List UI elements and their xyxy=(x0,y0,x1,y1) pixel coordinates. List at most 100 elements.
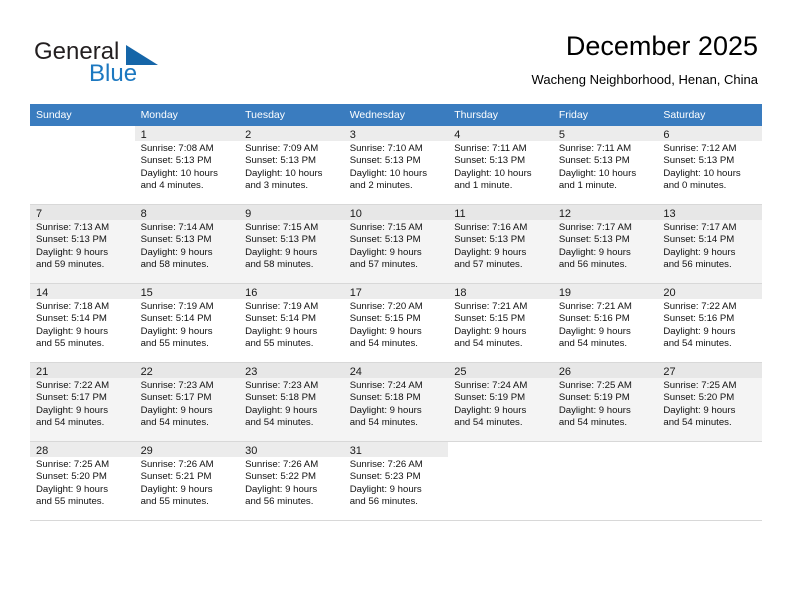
day-details: Sunrise: 7:18 AM Sunset: 5:14 PM Dayligh… xyxy=(30,299,135,351)
sunset-text: Sunset: 5:13 PM xyxy=(36,234,107,246)
page-subtitle: Wacheng Neighborhood, Henan, China xyxy=(531,72,758,87)
daylight-text-line1: Daylight: 9 hours xyxy=(36,404,108,416)
day-number: 6 xyxy=(657,126,762,141)
day-cell[interactable]: 20 Sunrise: 7:22 AM Sunset: 5:16 PM Dayl… xyxy=(657,284,762,363)
sunset-text: Sunset: 5:13 PM xyxy=(663,155,735,167)
day-number: 25 xyxy=(448,363,553,378)
sunset-text: Sunset: 5:13 PM xyxy=(245,234,317,246)
day-cell-inner: 30 Sunrise: 7:26 AM Sunset: 5:22 PM Dayl… xyxy=(239,442,344,521)
day-cell[interactable]: 17 Sunrise: 7:20 AM Sunset: 5:15 PM Dayl… xyxy=(343,284,449,363)
sunset-text: Sunset: 5:13 PM xyxy=(349,155,421,167)
day-cell[interactable]: 23 Sunrise: 7:23 AM Sunset: 5:18 PM Dayl… xyxy=(239,363,344,442)
weekday-header-thursday: Thursday xyxy=(448,104,553,126)
day-details: Sunrise: 7:08 AM Sunset: 5:13 PM Dayligh… xyxy=(135,141,240,193)
sunrise-text: Sunrise: 7:19 AM xyxy=(140,301,214,312)
daylight-text-line1: Daylight: 9 hours xyxy=(245,246,318,258)
day-cell[interactable]: 29 Sunrise: 7:26 AM Sunset: 5:21 PM Dayl… xyxy=(134,442,240,521)
day-number: 23 xyxy=(239,363,344,378)
daylight-text-line1: Daylight: 10 hours xyxy=(454,167,532,179)
calendar-week-row: 7 Sunrise: 7:13 AM Sunset: 5:13 PM Dayli… xyxy=(30,205,762,284)
day-cell[interactable]: 25 Sunrise: 7:24 AM Sunset: 5:19 PM Dayl… xyxy=(448,363,553,442)
day-details: Sunrise: 7:22 AM Sunset: 5:16 PM Dayligh… xyxy=(657,299,762,351)
sunset-text: Sunset: 5:14 PM xyxy=(140,313,212,325)
day-cell[interactable]: 8 Sunrise: 7:14 AM Sunset: 5:13 PM Dayli… xyxy=(134,205,240,284)
day-cell[interactable]: 22 Sunrise: 7:23 AM Sunset: 5:17 PM Dayl… xyxy=(134,363,240,442)
day-cell-inner: 31 Sunrise: 7:26 AM Sunset: 5:23 PM Dayl… xyxy=(343,442,449,521)
sunset-text: Sunset: 5:18 PM xyxy=(349,392,421,404)
day-cell[interactable]: 15 Sunrise: 7:19 AM Sunset: 5:14 PM Dayl… xyxy=(134,284,240,363)
day-cell-inner: 18 Sunrise: 7:21 AM Sunset: 5:15 PM Dayl… xyxy=(448,284,553,363)
day-number: 8 xyxy=(134,205,240,220)
daylight-text-line1: Daylight: 9 hours xyxy=(349,246,422,258)
day-number: 9 xyxy=(239,205,344,220)
day-number: 16 xyxy=(239,284,344,299)
day-cell[interactable]: 7 Sunrise: 7:13 AM Sunset: 5:13 PM Dayli… xyxy=(30,205,135,284)
sunset-text: Sunset: 5:14 PM xyxy=(36,313,107,325)
sunrise-text: Sunrise: 7:26 AM xyxy=(140,459,214,470)
sunrise-text: Sunrise: 7:25 AM xyxy=(36,459,110,470)
day-cell-inner: 10 Sunrise: 7:15 AM Sunset: 5:13 PM Dayl… xyxy=(343,205,449,284)
day-cell[interactable]: 9 Sunrise: 7:15 AM Sunset: 5:13 PM Dayli… xyxy=(239,205,344,284)
day-cell[interactable]: 3 Sunrise: 7:10 AM Sunset: 5:13 PM Dayli… xyxy=(343,126,449,205)
sunrise-text: Sunrise: 7:17 AM xyxy=(663,222,737,233)
sunset-text: Sunset: 5:17 PM xyxy=(36,392,107,404)
day-cell-inner: 21 Sunrise: 7:22 AM Sunset: 5:17 PM Dayl… xyxy=(30,363,135,442)
day-cell[interactable]: 31 Sunrise: 7:26 AM Sunset: 5:23 PM Dayl… xyxy=(343,442,449,521)
day-cell-inner: 25 Sunrise: 7:24 AM Sunset: 5:19 PM Dayl… xyxy=(448,363,553,442)
day-cell-inner: 15 Sunrise: 7:19 AM Sunset: 5:14 PM Dayl… xyxy=(134,284,240,363)
day-cell[interactable]: 10 Sunrise: 7:15 AM Sunset: 5:13 PM Dayl… xyxy=(343,205,449,284)
day-cell-inner: 20 Sunrise: 7:22 AM Sunset: 5:16 PM Dayl… xyxy=(657,284,762,363)
day-cell-inner: 5 Sunrise: 7:11 AM Sunset: 5:13 PM Dayli… xyxy=(552,126,658,205)
day-cell[interactable]: 12 Sunrise: 7:17 AM Sunset: 5:13 PM Dayl… xyxy=(552,205,658,284)
day-cell[interactable]: 30 Sunrise: 7:26 AM Sunset: 5:22 PM Dayl… xyxy=(239,442,344,521)
day-cell[interactable]: 27 Sunrise: 7:25 AM Sunset: 5:20 PM Dayl… xyxy=(657,363,762,442)
day-cell[interactable]: 2 Sunrise: 7:09 AM Sunset: 5:13 PM Dayli… xyxy=(239,126,344,205)
day-cell[interactable]: 6 Sunrise: 7:12 AM Sunset: 5:13 PM Dayli… xyxy=(657,126,762,205)
daylight-text-line1: Daylight: 9 hours xyxy=(140,404,213,416)
daylight-text-line2: and 4 minutes. xyxy=(140,180,204,192)
day-cell[interactable] xyxy=(448,442,553,521)
day-cell-inner: 4 Sunrise: 7:11 AM Sunset: 5:13 PM Dayli… xyxy=(448,126,553,205)
day-cell-inner: 17 Sunrise: 7:20 AM Sunset: 5:15 PM Dayl… xyxy=(343,284,449,363)
day-cell[interactable]: 4 Sunrise: 7:11 AM Sunset: 5:13 PM Dayli… xyxy=(448,126,553,205)
day-details: Sunrise: 7:22 AM Sunset: 5:17 PM Dayligh… xyxy=(30,378,135,430)
day-cell[interactable]: 28 Sunrise: 7:25 AM Sunset: 5:20 PM Dayl… xyxy=(30,442,135,521)
day-cell[interactable]: 18 Sunrise: 7:21 AM Sunset: 5:15 PM Dayl… xyxy=(448,284,553,363)
day-cell[interactable]: 21 Sunrise: 7:22 AM Sunset: 5:17 PM Dayl… xyxy=(30,363,135,442)
day-cell[interactable]: 26 Sunrise: 7:25 AM Sunset: 5:19 PM Dayl… xyxy=(552,363,658,442)
day-number: 10 xyxy=(343,205,449,220)
sunrise-text: Sunrise: 7:09 AM xyxy=(245,143,319,154)
sunrise-text: Sunrise: 7:10 AM xyxy=(349,143,423,154)
day-details: Sunrise: 7:26 AM Sunset: 5:21 PM Dayligh… xyxy=(135,457,240,509)
daylight-text-line1: Daylight: 9 hours xyxy=(558,246,631,258)
daylight-text-line2: and 55 minutes. xyxy=(140,496,209,508)
sunrise-text: Sunrise: 7:23 AM xyxy=(140,380,214,391)
daylight-text-line1: Daylight: 9 hours xyxy=(349,404,422,416)
sunset-text: Sunset: 5:13 PM xyxy=(454,155,526,167)
day-cell[interactable]: 19 Sunrise: 7:21 AM Sunset: 5:16 PM Dayl… xyxy=(552,284,658,363)
day-cell[interactable] xyxy=(552,442,658,521)
daylight-text-line2: and 56 minutes. xyxy=(663,259,732,271)
general-blue-logo: General Blue xyxy=(34,38,234,90)
day-cell[interactable]: 24 Sunrise: 7:24 AM Sunset: 5:18 PM Dayl… xyxy=(343,363,449,442)
day-cell[interactable] xyxy=(657,442,762,521)
day-number: 13 xyxy=(657,205,762,220)
day-cell[interactable]: 16 Sunrise: 7:19 AM Sunset: 5:14 PM Dayl… xyxy=(239,284,344,363)
day-cell-inner: 11 Sunrise: 7:16 AM Sunset: 5:13 PM Dayl… xyxy=(448,205,553,284)
daylight-text-line1: Daylight: 9 hours xyxy=(245,404,318,416)
sunset-text: Sunset: 5:13 PM xyxy=(349,234,421,246)
sunset-text: Sunset: 5:13 PM xyxy=(140,234,212,246)
day-cell[interactable]: 13 Sunrise: 7:17 AM Sunset: 5:14 PM Dayl… xyxy=(657,205,762,284)
day-details: Sunrise: 7:26 AM Sunset: 5:23 PM Dayligh… xyxy=(344,457,449,509)
day-cell[interactable]: 14 Sunrise: 7:18 AM Sunset: 5:14 PM Dayl… xyxy=(30,284,135,363)
day-cell[interactable]: 11 Sunrise: 7:16 AM Sunset: 5:13 PM Dayl… xyxy=(448,205,553,284)
calendar-body: 1 Sunrise: 7:08 AM Sunset: 5:13 PM Dayli… xyxy=(30,126,762,521)
day-cell[interactable] xyxy=(30,126,135,205)
sunrise-text: Sunrise: 7:17 AM xyxy=(558,222,632,233)
sunset-text: Sunset: 5:16 PM xyxy=(558,313,630,325)
daylight-text-line1: Daylight: 9 hours xyxy=(454,246,527,258)
daylight-text-line2: and 55 minutes. xyxy=(140,338,209,350)
day-cell[interactable]: 5 Sunrise: 7:11 AM Sunset: 5:13 PM Dayli… xyxy=(552,126,658,205)
day-cell[interactable]: 1 Sunrise: 7:08 AM Sunset: 5:13 PM Dayli… xyxy=(134,126,240,205)
day-number: 3 xyxy=(343,126,449,141)
